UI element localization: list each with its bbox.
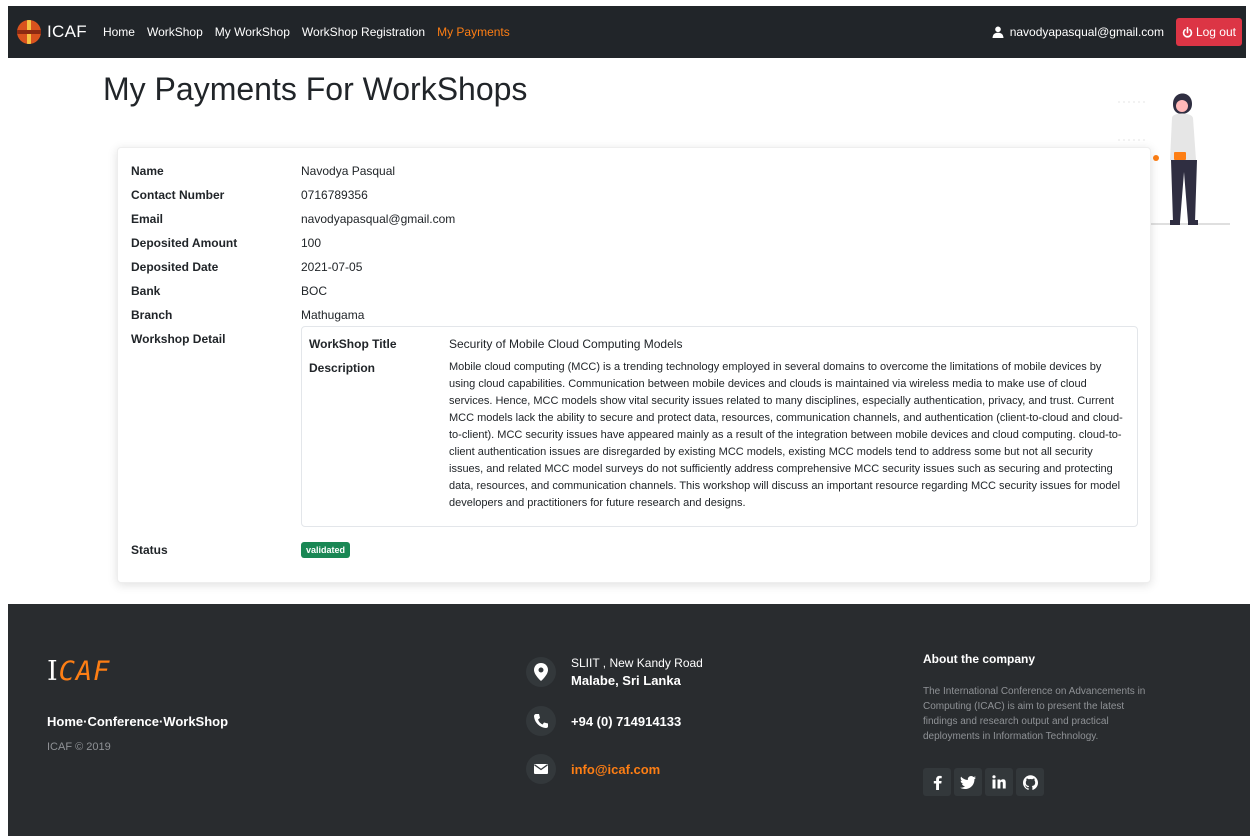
email-link[interactable]: info@icaf.com — [571, 762, 660, 777]
field-value: Mathugama — [301, 308, 365, 322]
brand-logo-icon — [17, 20, 41, 44]
map-marker-icon — [526, 657, 556, 687]
footer-logo-i: I — [47, 656, 59, 687]
nav-right: navodyapasqual@gmail.com Log out — [992, 18, 1246, 46]
power-icon — [1182, 26, 1193, 38]
nav-link-workshop-registration[interactable]: WorkShop Registration — [302, 25, 425, 39]
logout-button[interactable]: Log out — [1175, 18, 1242, 46]
field-value: 2021-07-05 — [301, 260, 363, 274]
phone-icon — [526, 706, 556, 736]
nav-link-home[interactable]: Home — [103, 25, 135, 39]
footer: ICAF Home·Conference·WorkShop ICAF © 201… — [8, 604, 1250, 836]
linkedin-icon[interactable] — [985, 768, 1013, 796]
envelope-icon — [526, 754, 556, 784]
address-line2: Malabe, Sri Lanka — [571, 673, 681, 688]
field-label: Branch — [131, 308, 173, 322]
user-email: navodyapasqual@gmail.com — [1009, 25, 1164, 39]
workshop-detail-box: WorkShop Title Security of Mobile Cloud … — [301, 326, 1138, 527]
field-value: navodyapasqual@gmail.com — [301, 212, 456, 226]
field-label: Workshop Detail — [131, 332, 226, 346]
user-menu[interactable]: navodyapasqual@gmail.com — [992, 25, 1164, 39]
user-icon — [992, 26, 1004, 38]
nav-links: Home WorkShop My WorkShop WorkShop Regis… — [103, 25, 522, 39]
footer-copyright: ICAF © 2019 — [47, 741, 111, 753]
about-title: About the company — [923, 652, 1036, 666]
twitter-icon[interactable] — [954, 768, 982, 796]
status-badge: validated — [301, 542, 351, 558]
field-label: Deposited Amount — [131, 236, 238, 250]
workshop-title-value: Security of Mobile Cloud Computing Model… — [449, 337, 683, 351]
nav-link-workshop[interactable]: WorkShop — [147, 25, 203, 39]
social-links — [923, 768, 1047, 796]
workshop-description-label: Description — [309, 361, 376, 375]
page-title: My Payments For WorkShops — [103, 71, 528, 107]
nav-link-my-payments[interactable]: My Payments — [437, 25, 510, 39]
field-label: Email — [131, 212, 164, 226]
facebook-icon[interactable] — [923, 768, 951, 796]
brand-name: ICAF — [47, 22, 87, 41]
footer-phone: +94 (0) 714914133 — [526, 706, 681, 736]
field-label: Contact Number — [131, 188, 225, 202]
workshop-description-value: Mobile cloud computing (MCC) is a trendi… — [449, 361, 1123, 509]
field-value: 0716789356 — [301, 188, 368, 202]
footer-logo: ICAF — [47, 656, 110, 687]
payment-card: Name Navodya Pasqual Contact Number 0716… — [117, 147, 1151, 583]
about-text: The International Conference on Advancem… — [923, 686, 1146, 742]
field-label: Deposited Date — [131, 260, 219, 274]
github-icon[interactable] — [1016, 768, 1044, 796]
field-label: Bank — [131, 284, 161, 298]
nav-link-my-workshop[interactable]: My WorkShop — [215, 25, 290, 39]
top-navbar: ICAF Home WorkShop My WorkShop WorkShop … — [8, 6, 1246, 58]
logout-label: Log out — [1195, 25, 1236, 39]
footer-links[interactable]: Home·Conference·WorkShop — [47, 714, 228, 729]
address-line1: SLIIT , New Kandy Road — [571, 656, 703, 670]
field-value: Navodya Pasqual — [301, 164, 396, 178]
phone-number: +94 (0) 714914133 — [571, 713, 682, 729]
field-value: 100 — [301, 236, 322, 250]
field-label: Name — [131, 164, 164, 178]
workshop-title-label: WorkShop Title — [309, 337, 397, 351]
footer-email: info@icaf.com — [526, 754, 660, 784]
field-label: Status — [131, 543, 168, 557]
field-value: BOC — [301, 284, 328, 298]
brand[interactable]: ICAF — [17, 20, 87, 44]
footer-address: SLIIT , New Kandy Road Malabe, Sri Lanka — [526, 656, 703, 688]
footer-logo-caf: CAF — [58, 656, 111, 687]
